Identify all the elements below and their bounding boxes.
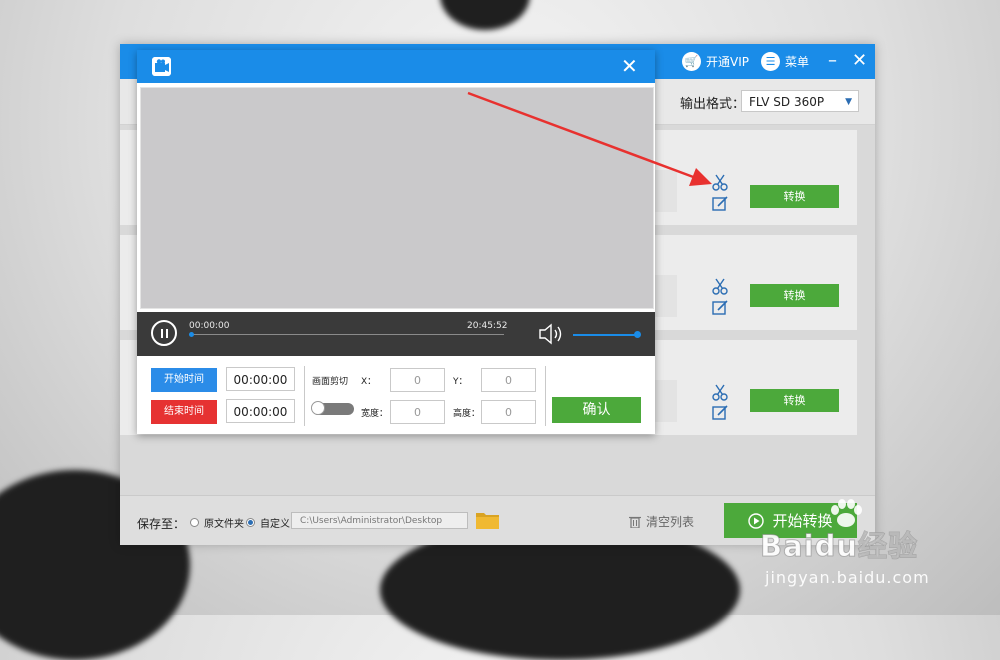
watermark-brand: Baidu经验 (759, 529, 919, 564)
baidu-watermark: Baidu经验 jingyan.baidu.com (759, 498, 990, 598)
watermark-url: jingyan.baidu.com (765, 568, 930, 587)
